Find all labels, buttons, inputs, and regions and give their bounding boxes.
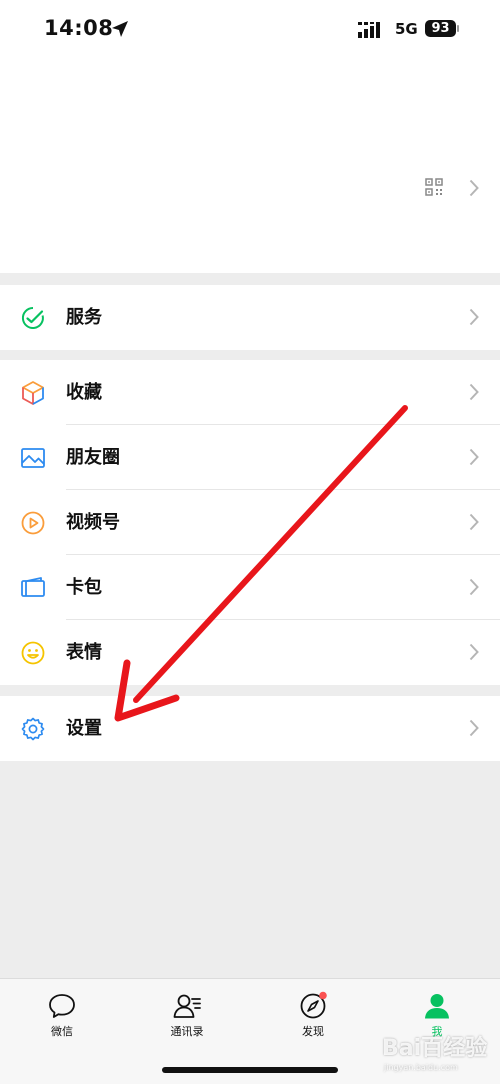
chevron-right-icon [469,308,479,326]
menu-group-settings: 设置 [0,696,500,761]
contacts-icon [173,994,201,1018]
moments-icon [21,448,45,468]
menu-item-service[interactable]: 服务 [0,285,500,350]
chevron-right-icon [469,179,479,197]
discover-icon [300,991,327,1019]
badge-dot [319,991,327,1000]
chevron-right-icon [469,719,479,737]
status-time: 14:08 [44,16,114,40]
tab-label: 发现 [302,1025,324,1038]
chevron-right-icon [469,578,479,596]
chat-icon [49,994,75,1018]
menu-item-settings[interactable]: 设置 [0,696,500,761]
me-icon [425,994,449,1019]
menu-item-label: 服务 [66,307,102,328]
chevron-right-icon [469,448,479,466]
favorites-icon [22,381,44,405]
card-wallet-icon [21,577,45,597]
battery-indicator: 93 [425,20,456,37]
tab-contacts[interactable]: 通讯录 [152,991,222,1039]
menu-item-label: 朋友圈 [66,447,120,468]
status-bar: 14:08 5G 93 [0,0,500,60]
location-arrow-icon [112,21,128,37]
service-icon [21,306,44,329]
channels-icon [21,511,45,535]
profile-header[interactable] [0,60,500,273]
battery-tip [457,25,459,32]
tab-label: 微信 [51,1025,73,1038]
menu-item-channels[interactable]: 视频号 [0,490,500,555]
settings-icon [21,717,45,741]
stickers-icon [21,641,45,665]
tab-discover[interactable]: 发现 [278,991,348,1039]
chevron-right-icon [469,513,479,531]
tab-label: 通讯录 [170,1025,204,1038]
watermark-url: jingyan.baidu.com [384,1063,458,1072]
qr-code-icon[interactable] [425,178,443,196]
menu-group-main: 收藏 朋友圈 视频号 卡包 表情 [0,360,500,685]
menu-item-label: 视频号 [66,512,120,533]
menu-item-label: 设置 [66,718,102,739]
watermark: Bai百经验 [382,1036,488,1061]
chevron-right-icon [469,643,479,661]
menu-item-stickers[interactable]: 表情 [0,620,500,685]
chevron-right-icon [469,383,479,401]
menu-item-favorites[interactable]: 收藏 [0,360,500,425]
home-indicator [162,1067,338,1073]
menu-item-moments[interactable]: 朋友圈 [0,425,500,490]
menu-item-card-wallet[interactable]: 卡包 [0,555,500,620]
network-type: 5G [395,20,418,38]
menu-group-service: 服务 [0,285,500,350]
menu-item-label: 收藏 [66,382,102,403]
tab-chats[interactable]: 微信 [27,991,97,1039]
menu-item-label: 表情 [66,642,102,663]
signal-icon [358,22,380,38]
menu-item-label: 卡包 [66,577,102,598]
